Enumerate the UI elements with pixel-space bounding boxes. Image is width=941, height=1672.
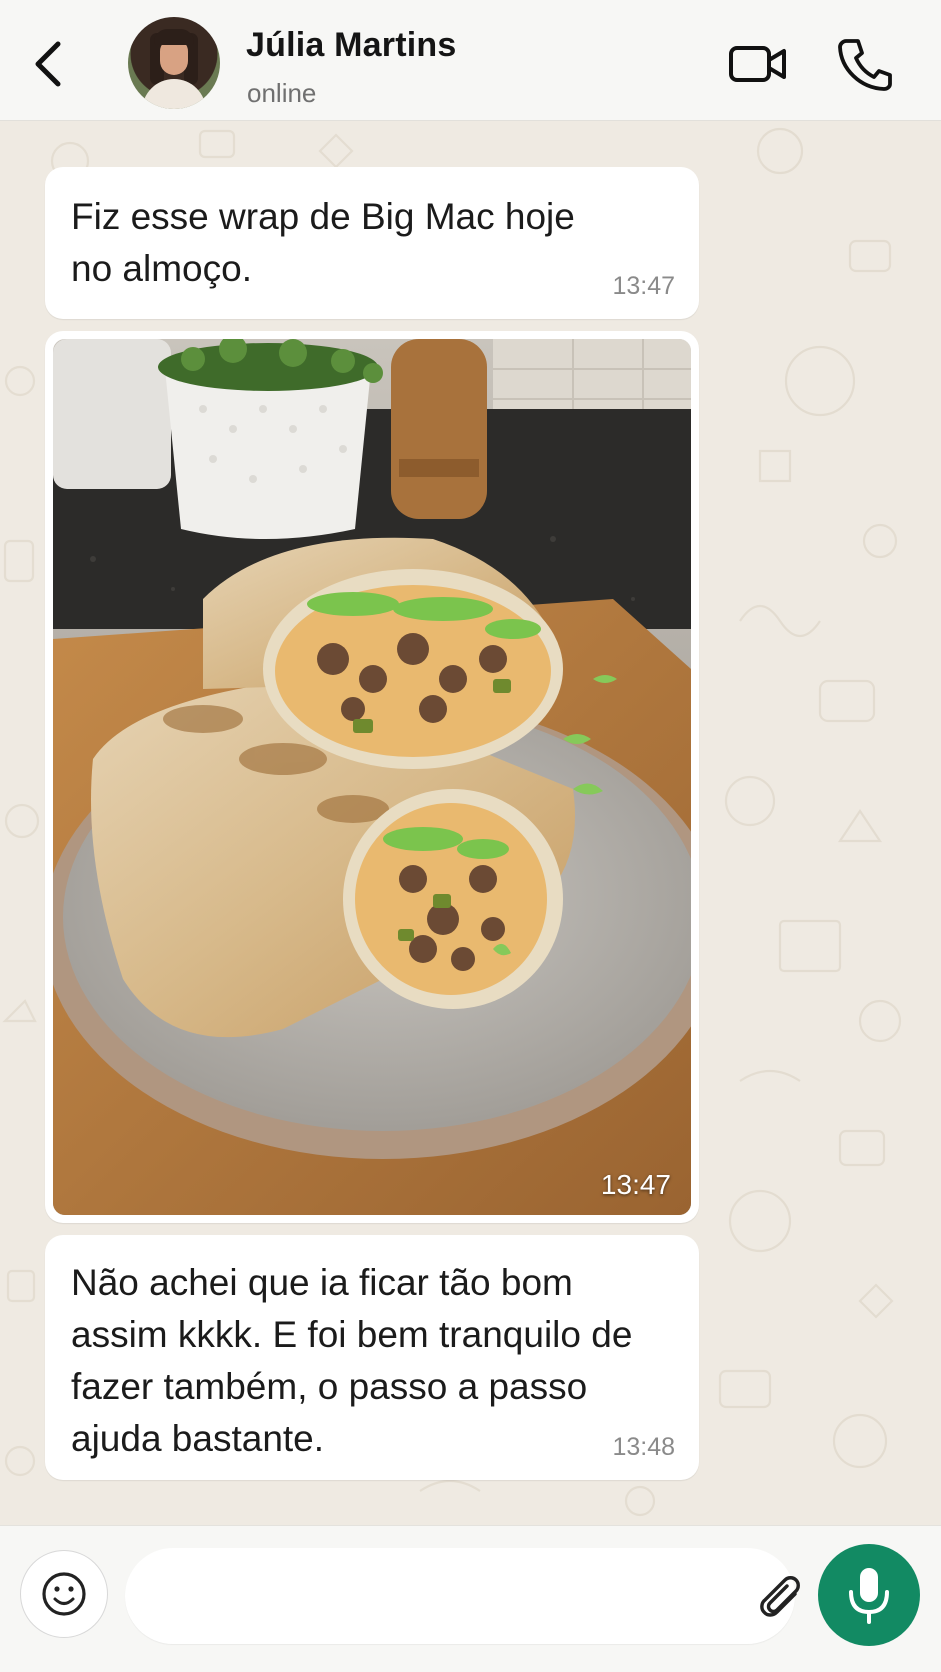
message-composer [0,1525,941,1672]
emoji-icon [42,1572,86,1616]
contact-name[interactable]: Júlia Martins [246,26,456,65]
message-time: 13:47 [612,272,675,300]
contact-avatar[interactable] [128,17,220,109]
incoming-message-bubble[interactable]: Fiz esse wrap de Big Mac hoje no almoço.… [45,167,699,319]
paperclip-icon[interactable] [753,1570,807,1624]
message-input-box[interactable] [125,1548,898,1644]
incoming-image-bubble[interactable]: 13:47 [45,331,699,1223]
incoming-message-bubble[interactable]: Não achei que ia ficar tão bom assim kkk… [45,1235,699,1480]
message-text: Fiz esse wrap de Big Mac hoje no almoço. [71,196,575,289]
voice-record-button[interactable] [818,1544,920,1646]
message-time: 13:48 [612,1433,675,1461]
image-time: 13:47 [600,1169,671,1200]
video-call-icon[interactable] [728,40,788,88]
message-input[interactable] [155,1568,619,1626]
chat-header: Júlia Martins online [0,0,941,121]
back-chevron-icon[interactable] [26,36,70,92]
emoji-button[interactable] [20,1550,108,1638]
shared-food-photo[interactable]: 13:47 [53,339,691,1215]
microphone-icon [849,1568,889,1624]
contact-status: online [247,78,317,108]
message-text: Não achei que ia ficar tão bom assim kkk… [71,1262,633,1459]
phone-call-icon[interactable] [836,36,892,92]
